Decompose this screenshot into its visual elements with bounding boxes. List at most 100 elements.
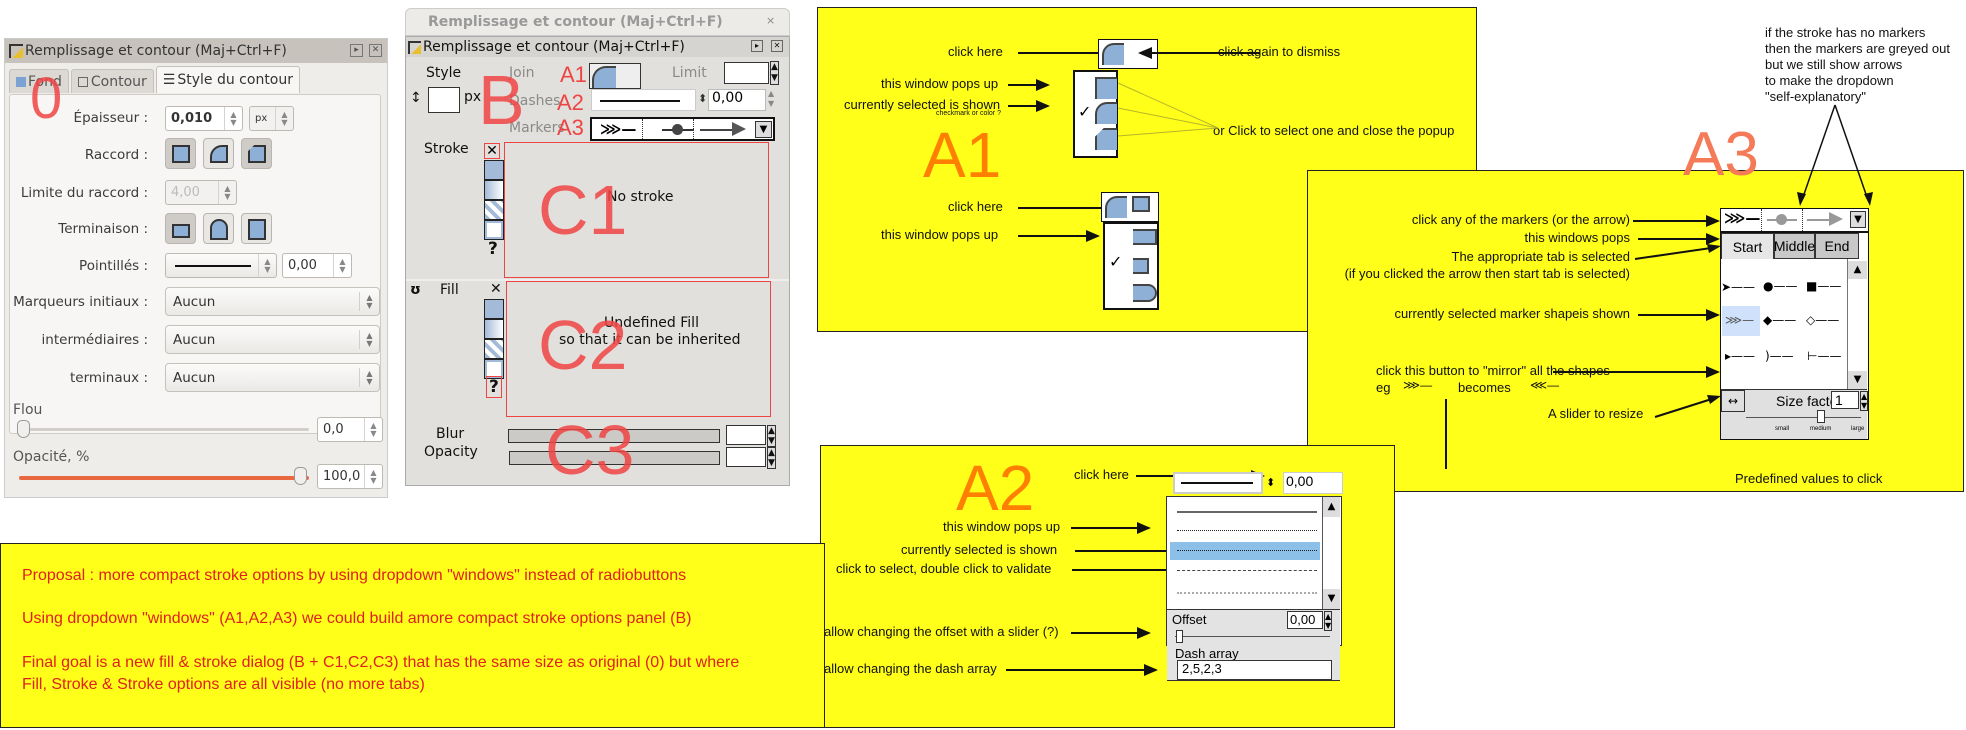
pattern-icon[interactable] [484,200,504,220]
marker-arrow-option[interactable]: ➤—— [1721,280,1755,294]
join-miter-button[interactable] [165,138,196,169]
dropdown-arrow-icon[interactable]: ▼ [755,121,772,138]
offset-spinner[interactable]: ▲ ▼ [768,89,774,109]
no-paint-x-icon[interactable]: ✕ [490,281,502,297]
offset-slider-handle[interactable] [1176,630,1183,643]
spinner-icon[interactable]: ⬍ [1266,476,1275,489]
close-icon[interactable]: × [766,14,775,27]
dash-option-dotted[interactable] [1177,530,1317,531]
close-button[interactable]: ✕ [369,44,382,57]
width-input[interactable]: 0,010 ▲ ▼ [165,106,243,131]
marker-open-diamond-option[interactable]: ◇—— [1806,313,1839,327]
width-spinner[interactable]: ▲ ▼ [224,107,242,130]
scroll-down-button[interactable]: ▼ [1848,371,1867,389]
marker-bar-option[interactable]: ⊢—— [1807,349,1841,363]
miter-limit-input[interactable]: 4,00 ▲ ▼ [165,180,237,205]
dash-offset-input[interactable]: 0,00 ▲ ▼ [282,253,352,278]
end-marker-arrow-icon[interactable] [1829,212,1843,226]
swatch-icon[interactable] [484,220,504,240]
dash-pattern-dropdown[interactable] [591,89,696,111]
marker-diamond-option[interactable]: ◆—— [1763,313,1796,327]
marker-triple-arrow-option[interactable]: ⋙— [1725,313,1754,327]
unset-paint-icon[interactable]: ? [488,239,498,259]
marker-dot-option[interactable]: ●—— [1763,279,1797,293]
opacity-slider-handle[interactable] [294,467,307,485]
scroll-down-button[interactable]: ▼ [1323,589,1340,609]
size-spinner[interactable]: ▲ ▼ [1860,391,1869,411]
scroll-up-button[interactable]: ▲ [1323,497,1340,517]
dash-option-selected[interactable] [1177,550,1317,551]
start-marker-icon[interactable]: ⋙— [1724,209,1760,227]
tick-large[interactable]: large [1851,426,1864,432]
dash-pattern-select[interactable]: ▲ ▼ [165,253,277,278]
marker-square-option[interactable]: ■—— [1806,279,1841,293]
tab-end[interactable]: End [1815,233,1859,259]
tab-middle[interactable]: Middle [1774,233,1815,259]
gradient-icon[interactable] [484,180,504,200]
dash-spinner-icon[interactable]: ⬍ [698,92,707,105]
cap-button-mock[interactable] [1101,192,1159,222]
end-markers-select[interactable]: Aucun ▲ ▼ [165,363,380,392]
square-cap-icon[interactable] [1133,258,1149,274]
opacity-spinner[interactable]: ▲ ▼ [767,447,776,469]
tab-start[interactable]: Start [1721,233,1774,259]
join-bevel-button[interactable] [241,138,272,169]
dash-option-sparse[interactable] [1177,592,1317,594]
close-button[interactable]: ✕ [771,40,783,52]
blur-input[interactable]: 0,0 ▲ ▼ [317,417,383,442]
blur-input[interactable] [726,425,766,445]
blur-slider-handle[interactable] [17,420,30,438]
no-paint-x-icon[interactable]: ✕ [484,143,500,159]
tick-small[interactable]: small [1775,426,1789,432]
size-slider[interactable] [1746,417,1861,418]
size-slider-handle[interactable] [1817,410,1825,423]
dock-button[interactable]: ▸ [350,44,363,57]
mid-marker-icon[interactable] [1776,214,1787,225]
offset-slider[interactable] [1175,636,1330,637]
join-round-button[interactable] [203,138,234,169]
width-input[interactable] [428,87,460,113]
cap-square-button[interactable] [241,213,272,244]
round-cap-icon[interactable] [1133,284,1157,302]
cap-round-button[interactable] [203,213,234,244]
marker-semicircle-option[interactable]: )—— [1765,349,1794,363]
dock-button[interactable]: ▸ [751,40,763,52]
limit-spinner[interactable]: ▲ ▼ [770,61,779,85]
opacity-slider[interactable] [19,476,309,480]
scrollbar[interactable]: ▲ ▼ [1847,259,1867,389]
offset-input[interactable]: 0,00 [1287,611,1323,629]
dash-offset-input[interactable]: 0,00 [708,89,766,111]
blur-slider[interactable] [19,428,309,431]
gradient-icon[interactable] [484,319,504,339]
dash-option-dashed[interactable] [1177,570,1317,571]
tab-stroke-style[interactable]: ☰ Style du contour [155,66,301,93]
unit-select[interactable]: px ▲ ▼ [249,106,294,131]
opacity-input[interactable]: 100,0 ▲ ▼ [317,464,383,489]
tab-stroke-paint[interactable]: Contour [70,69,154,93]
blur-spinner[interactable]: ▲ ▼ [767,425,776,447]
scrollbar[interactable]: ▲ ▼ [1322,497,1340,609]
cap-butt-button[interactable] [165,213,196,244]
scroll-up-button[interactable]: ▲ [1848,261,1867,279]
dash-pattern-dropdown[interactable] [1173,472,1263,494]
pattern-icon[interactable] [484,339,504,359]
offset-spinner[interactable]: ▲ ▼ [1324,611,1333,631]
flat-color-icon[interactable] [484,299,504,319]
mid-markers-select[interactable]: Aucun ▲ ▼ [165,325,380,354]
size-factor-input[interactable]: 1 [1831,391,1859,409]
unset-paint-icon[interactable]: ? [486,376,502,398]
join-dropdown[interactable] [589,63,641,89]
limit-input[interactable] [724,62,769,84]
tick-medium[interactable]: medium [1810,426,1831,432]
start-markers-select[interactable]: Aucun ▲ ▼ [165,287,380,316]
dropdown-arrow-icon[interactable]: ▼ [1850,211,1866,228]
marker-stop-option[interactable]: ▸—— [1725,349,1755,363]
opacity-input[interactable] [726,447,766,467]
markers-dropdown[interactable]: ⋙— ▼ [590,117,775,141]
butt-cap-icon[interactable] [1133,229,1157,245]
dash-offset-input[interactable]: 0,00 [1283,472,1343,494]
markers-dropdown[interactable]: ⋙— ▼ [1720,208,1869,232]
flat-color-icon[interactable] [484,160,504,180]
dash-option-solid[interactable] [1177,511,1317,513]
mirror-button[interactable]: ↔ [1721,390,1745,412]
